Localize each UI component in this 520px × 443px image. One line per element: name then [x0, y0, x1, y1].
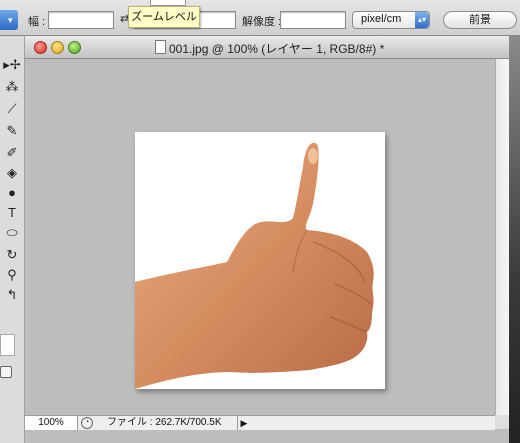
- document-title: 001.jpg @ 100% (レイヤー 1, RGB/8#) *: [169, 42, 385, 56]
- status-info-icon[interactable]: ◔: [81, 417, 93, 429]
- units-select-value: pixel/cm: [361, 13, 402, 25]
- image-canvas[interactable]: [135, 132, 385, 389]
- options-bar: ▾ 幅 : ⇄ 解像度 : pixel/cm ▴▾ 前景 ズームレベル: [0, 0, 520, 36]
- tool-preset-picker[interactable]: ▾: [0, 10, 18, 30]
- zoom-level-field[interactable]: 100%: [25, 416, 78, 430]
- thumbs-up-hand-image: [135, 142, 374, 389]
- paint-bucket-icon[interactable]: ◈: [2, 164, 22, 182]
- rotate-view-icon[interactable]: ↻: [2, 246, 22, 264]
- resize-grip[interactable]: [495, 415, 509, 429]
- type-tool-icon[interactable]: T: [2, 204, 22, 222]
- zoom-level-tooltip: ズームレベル: [128, 6, 200, 28]
- document-window: 001.jpg @ 100% (レイヤー 1, RGB/8#) * 100% ◔…: [25, 36, 510, 443]
- brush-icon[interactable]: ✎: [2, 122, 22, 140]
- resolution-label: 解像度 :: [242, 16, 282, 28]
- select-arrows-icon: ▴▾: [415, 12, 429, 28]
- close-button[interactable]: [34, 41, 47, 54]
- tools-panel: ▸✢ ⁂ ⟋ ✎ ✐ ◈ ● T ⬭ ↻ ⚲ ↰: [0, 36, 25, 443]
- move-tool-icon[interactable]: ▸✢: [2, 56, 22, 74]
- shape-tool-icon[interactable]: ⬭: [2, 224, 22, 242]
- zoom-button[interactable]: [68, 41, 81, 54]
- units-select[interactable]: pixel/cm ▴▾: [352, 11, 430, 29]
- background-color-swatch[interactable]: [0, 334, 15, 356]
- clone-stamp-icon[interactable]: ✐: [2, 144, 22, 162]
- zoom-tool-icon[interactable]: ⚲: [2, 266, 22, 284]
- chevron-down-icon: ▾: [8, 15, 13, 25]
- status-bar: 100% ◔ ファイル : 262.7K/700.5K ▶: [25, 415, 495, 430]
- burn-tool-icon[interactable]: ●: [2, 184, 22, 202]
- quick-mask-icon[interactable]: [0, 366, 12, 378]
- eyedropper-icon[interactable]: ⟋: [2, 100, 22, 118]
- document-icon: [155, 40, 166, 54]
- resolution-field[interactable]: [280, 11, 346, 29]
- vertical-scrollbar[interactable]: [495, 59, 510, 415]
- desktop-background: [509, 36, 520, 443]
- document-titlebar[interactable]: 001.jpg @ 100% (レイヤー 1, RGB/8#) *: [25, 36, 509, 59]
- width-label: 幅 :: [28, 16, 46, 28]
- status-menu-arrow-icon[interactable]: ▶: [237, 416, 250, 430]
- front-image-button[interactable]: 前景: [443, 11, 517, 29]
- swap-colors-icon[interactable]: ↰: [2, 286, 22, 304]
- file-size-info: ファイル : 262.7K/700.5K: [107, 417, 222, 428]
- magic-wand-icon[interactable]: ⁂: [2, 78, 22, 96]
- width-field[interactable]: [48, 11, 114, 29]
- minimize-button[interactable]: [51, 41, 64, 54]
- canvas-area[interactable]: [25, 59, 495, 415]
